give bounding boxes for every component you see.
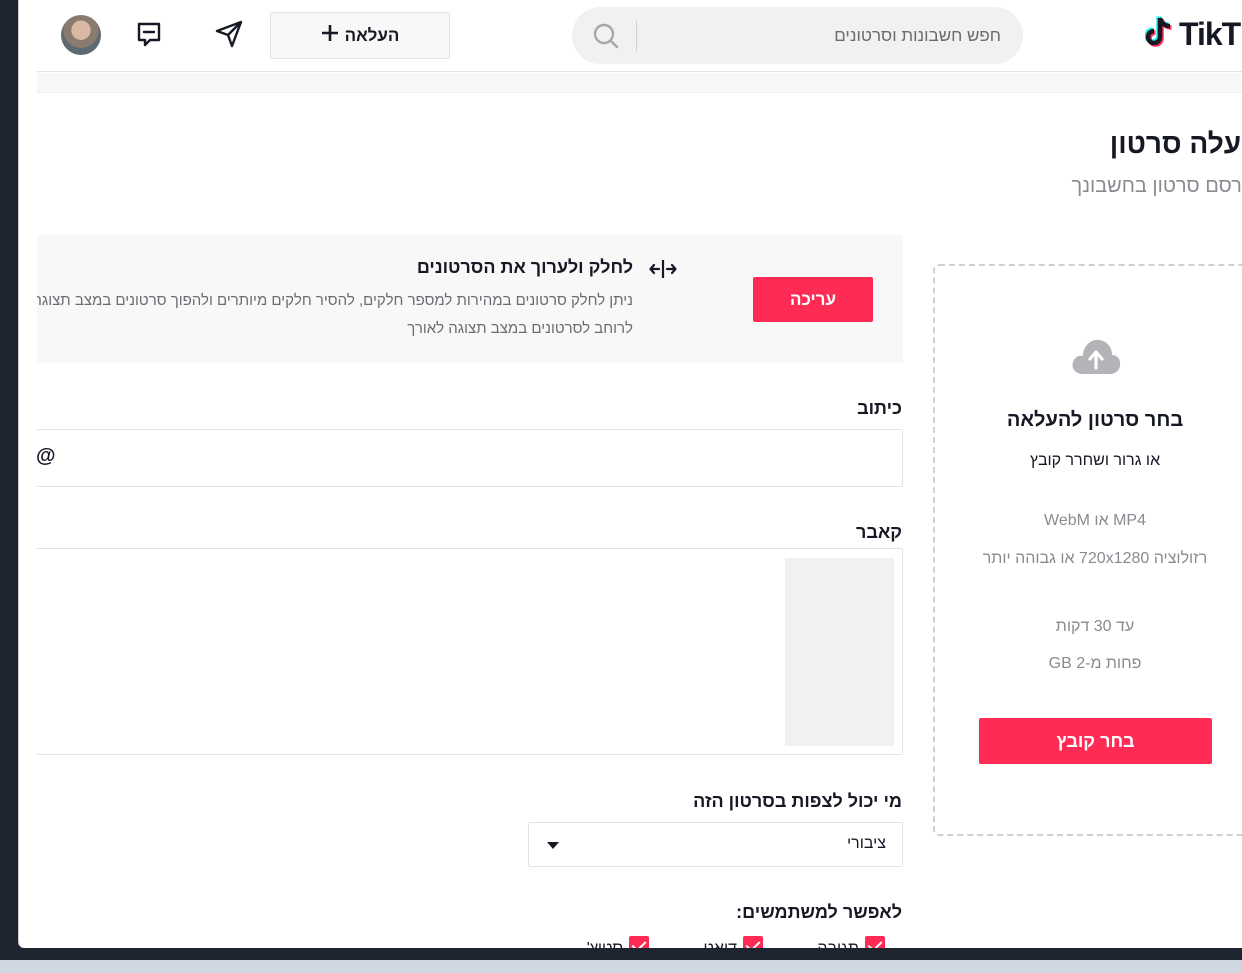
cover-label: קאבר xyxy=(856,522,902,542)
upload-dropzone[interactable]: בחר סרטון להעלאה או גרור ושחרר קובץ MP4 … xyxy=(933,264,1242,836)
choose-file-button[interactable]: בחר קובץ xyxy=(979,718,1212,764)
upload-card-subtitle: או גרור ושחרר קובץ xyxy=(1029,452,1161,469)
allow-duet-option[interactable]: דואט xyxy=(703,936,763,948)
top-header: העלאה חפש חשבונות וסרטונים TikT xyxy=(19,0,1242,72)
cover-thumbnail[interactable] xyxy=(785,558,894,746)
send-icon[interactable] xyxy=(213,18,245,50)
stitch-label: סטיץ' xyxy=(587,940,623,948)
allow-options: תגובה דואט סטיץ' xyxy=(539,936,903,948)
avatar[interactable] xyxy=(61,15,101,55)
page-title: העלה סרטון xyxy=(1109,128,1242,159)
search-bar xyxy=(572,7,1023,64)
cover-selector[interactable] xyxy=(19,548,903,755)
stitch-checkbox[interactable] xyxy=(629,936,649,948)
caption-label: כיתוב xyxy=(857,398,902,418)
left-edge xyxy=(19,0,37,873)
duet-label: דואט xyxy=(703,940,737,948)
allow-comment-option[interactable]: תגובה xyxy=(817,936,885,948)
privacy-label: מי יכול לצפות בסרטון הזה xyxy=(693,791,902,811)
browser-window: העלאה חפש חשבונות וסרטונים TikT עלה סרטו… xyxy=(18,0,1242,948)
privacy-select[interactable]: ציבורי xyxy=(528,822,903,867)
page-subtitle: פרסם סרטון בחשבונך xyxy=(1071,175,1242,197)
plus-icon xyxy=(321,24,339,47)
edit-banner-description: ניתן לחלק סרטונים במהירות למספר חלקים, ל… xyxy=(32,292,633,337)
edit-button[interactable]: עריכה xyxy=(753,277,873,322)
tiktok-logo[interactable]: TikT xyxy=(1144,15,1241,54)
edit-banner: עריכה לחלק ולערוך את הסרטונים ניתן לחלק … xyxy=(19,235,903,363)
upload-resolution-info: רזולוציה 720x1280 או גבוהה יותר xyxy=(982,550,1208,567)
mention-icon[interactable]: @ xyxy=(36,445,56,468)
upload-duration-info: עד 30 דקות xyxy=(1055,618,1135,635)
search-divider xyxy=(636,21,637,51)
upload-size-info: פחות מ-2 GB xyxy=(1048,655,1142,672)
upload-label: העלאה xyxy=(344,25,400,45)
inbox-icon[interactable] xyxy=(133,18,165,50)
tiktok-note-icon xyxy=(1144,15,1175,54)
taskbar-strip xyxy=(0,960,1242,973)
comment-checkbox[interactable] xyxy=(865,936,885,948)
upload-card-title: בחר סרטון להעלאה xyxy=(1006,409,1184,431)
split-icon xyxy=(649,257,677,286)
upload-button[interactable]: העלאה xyxy=(270,12,450,59)
edit-banner-title: לחלק ולערוך את הסרטונים xyxy=(416,257,633,277)
chevron-down-icon xyxy=(547,842,559,849)
search-input[interactable] xyxy=(661,7,1001,64)
allow-stitch-option[interactable]: סטיץ' xyxy=(587,936,649,948)
cloud-upload-icon xyxy=(1070,336,1122,381)
logo-text: TikT xyxy=(1179,16,1241,52)
privacy-selected-value: ציבורי xyxy=(847,835,886,852)
duet-checkbox[interactable] xyxy=(743,936,763,948)
allow-label: לאפשר למשתמשים: xyxy=(736,902,902,922)
upload-format-info: MP4 או WebM xyxy=(1044,512,1146,529)
comment-label: תגובה xyxy=(817,940,859,948)
header-subbar xyxy=(19,73,1242,93)
caption-input[interactable]: @ xyxy=(19,429,903,487)
search-icon[interactable] xyxy=(592,22,620,55)
